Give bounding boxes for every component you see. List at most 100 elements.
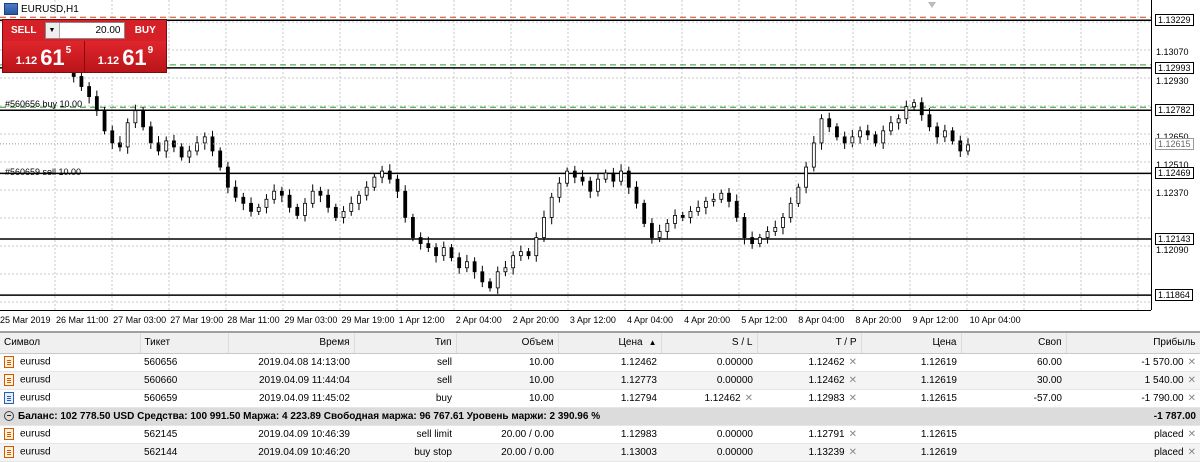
col-ticket[interactable]: Тикет <box>140 333 229 354</box>
price-scale[interactable]: 1.13070 1.12930 1.12650 1.12510 1.12370 1.120… <box>1151 0 1200 310</box>
time-axis[interactable]: 25 Mar 2019 26 Mar 11:00 27 Mar 03:00 27 Ma… <box>0 310 1151 330</box>
buy-button[interactable]: BUY <box>125 20 167 41</box>
table-row[interactable]: eurusd 560659 2019.04.09 11:45:02 buy 10.00 1… <box>0 389 1200 408</box>
candle-body <box>318 190 323 196</box>
cell-sl[interactable]: 0.00000 <box>661 371 757 390</box>
cell-symbol: eurusd <box>0 389 140 408</box>
candle-body <box>518 251 523 257</box>
candle-body <box>904 106 909 120</box>
candle-body <box>757 237 762 244</box>
cell-sl[interactable]: 0.00000 <box>661 425 757 444</box>
cell-tp[interactable]: 1.12983 ✕ <box>757 389 861 408</box>
one-click-trading-panel: SELL ▼ BUY 1.12 61 5 1.12 61 9 <box>2 19 167 73</box>
sell-button[interactable]: SELL <box>3 20 45 41</box>
price-level-box: 1.12993 <box>1155 61 1194 74</box>
col-volume[interactable]: Объем <box>456 333 559 354</box>
tp-remove-icon[interactable]: ✕ <box>849 375 857 386</box>
time-tick-label: 29 Mar 19:00 <box>341 315 395 325</box>
candle-body <box>341 210 346 218</box>
col-symbol[interactable]: Символ <box>0 333 141 354</box>
candle-body <box>488 281 492 289</box>
candle-body <box>310 190 315 204</box>
tp-remove-icon[interactable]: ✕ <box>849 447 857 458</box>
time-tick-label: 3 Apr 12:00 <box>569 315 616 325</box>
candle-body <box>549 196 554 218</box>
candle-body <box>634 186 639 204</box>
cell-profit: -1 790.00 ✕ <box>1066 389 1200 408</box>
buy-quote-pips: 61 <box>122 45 147 70</box>
candle-body <box>734 200 739 218</box>
price-tick-label: 1.12090 <box>1156 244 1189 255</box>
candle-body <box>241 196 246 204</box>
candle-body <box>673 215 677 224</box>
cell-swap: 60.00 <box>961 353 1066 372</box>
lot-size-input[interactable] <box>59 23 124 38</box>
cell-sl[interactable]: 1.12462 ✕ <box>661 389 757 408</box>
candle-body <box>596 178 600 192</box>
lot-dropdown-arrow-icon[interactable]: ▼ <box>45 23 60 38</box>
lot-size-stepper[interactable]: ▼ <box>44 22 125 39</box>
document-icon <box>4 392 14 404</box>
close-position-icon[interactable]: ✕ <box>1188 375 1196 386</box>
col-type[interactable]: Тип <box>354 333 457 354</box>
tp-remove-icon[interactable]: ✕ <box>849 393 857 404</box>
candle-body <box>958 140 963 152</box>
sell-quote[interactable]: 1.12 61 5 <box>3 41 85 72</box>
candle-body <box>218 150 223 168</box>
candle-body <box>680 215 685 218</box>
candle-body <box>835 126 839 138</box>
table-row[interactable]: eurusd 562144 2019.04.09 10:46:20 buy stop 2… <box>0 443 1200 462</box>
candle-body <box>688 210 693 218</box>
candle-body <box>133 110 138 124</box>
candle-body <box>110 130 115 144</box>
table-row[interactable]: eurusd 562145 2019.04.09 10:46:39 sell limi… <box>0 425 1200 444</box>
col-swap[interactable]: Своп <box>961 333 1067 354</box>
cell-sl[interactable]: 0.00000 <box>661 443 757 462</box>
cell-type: sell limit <box>354 425 456 444</box>
balance-summary-row[interactable]: − Баланс: 102 778.50 USD Средства: 100 99… <box>0 407 1200 426</box>
collapse-icon[interactable]: − <box>4 410 14 421</box>
tp-remove-icon[interactable]: ✕ <box>849 357 857 368</box>
candle-body <box>827 118 832 128</box>
cell-symbol: eurusd <box>0 371 140 390</box>
sl-remove-icon[interactable]: ✕ <box>745 393 753 404</box>
balance-profit: -1 787.00 <box>1066 407 1200 426</box>
col-price[interactable]: Цена ▲ <box>558 333 662 354</box>
buy-quote[interactable]: 1.12 61 9 <box>85 41 166 72</box>
table-row[interactable]: eurusd 560660 2019.04.09 11:44:04 sell 10.00… <box>0 371 1200 390</box>
close-position-icon[interactable]: ✕ <box>1188 393 1196 404</box>
tp-remove-icon[interactable]: ✕ <box>849 429 857 440</box>
col-sl[interactable]: S / L <box>661 333 758 354</box>
candle-body <box>87 86 92 98</box>
cell-current-price: 1.12619 <box>861 371 961 390</box>
order-line-label-sell[interactable]: #560659 sell 10.00 <box>5 167 81 177</box>
candle-body <box>966 144 970 152</box>
document-icon <box>4 374 14 386</box>
close-position-icon[interactable]: ✕ <box>1188 429 1196 440</box>
time-tick-label: 9 Apr 12:00 <box>912 315 959 325</box>
cell-sl[interactable]: 0.00000 <box>661 353 757 372</box>
cell-tp[interactable]: 1.12791 ✕ <box>757 425 861 444</box>
cell-tp[interactable]: 1.12462 ✕ <box>757 353 861 372</box>
document-icon <box>4 446 14 458</box>
table-row[interactable]: eurusd 560656 2019.04.08 14:13:00 sell 10.00… <box>0 353 1200 372</box>
close-position-icon[interactable]: ✕ <box>1188 357 1196 368</box>
cell-type: buy <box>354 389 456 408</box>
close-position-icon[interactable]: ✕ <box>1188 447 1196 458</box>
candle-body <box>233 186 238 198</box>
cell-tp[interactable]: 1.13239 ✕ <box>757 443 861 462</box>
cell-tp[interactable]: 1.12462 ✕ <box>757 371 861 390</box>
col-profit[interactable]: Прибыль <box>1066 333 1200 354</box>
col-time[interactable]: Время <box>228 333 355 354</box>
price-chart[interactable] <box>0 0 1151 310</box>
candle-body <box>295 206 300 216</box>
candle-body <box>472 261 477 273</box>
candle-body <box>896 118 901 124</box>
col-tp[interactable]: T / P <box>757 333 862 354</box>
col-current-price[interactable]: Цена <box>861 333 962 354</box>
candle-body <box>503 267 508 273</box>
chart-area[interactable]: EURUSD,H1 1.13070 1.12930 1.12650 1.12510 1.… <box>0 0 1200 332</box>
candle-body <box>495 271 500 289</box>
candle-body <box>164 140 169 152</box>
order-line-label-buy[interactable]: #560656 buy 10.00 <box>5 99 82 109</box>
